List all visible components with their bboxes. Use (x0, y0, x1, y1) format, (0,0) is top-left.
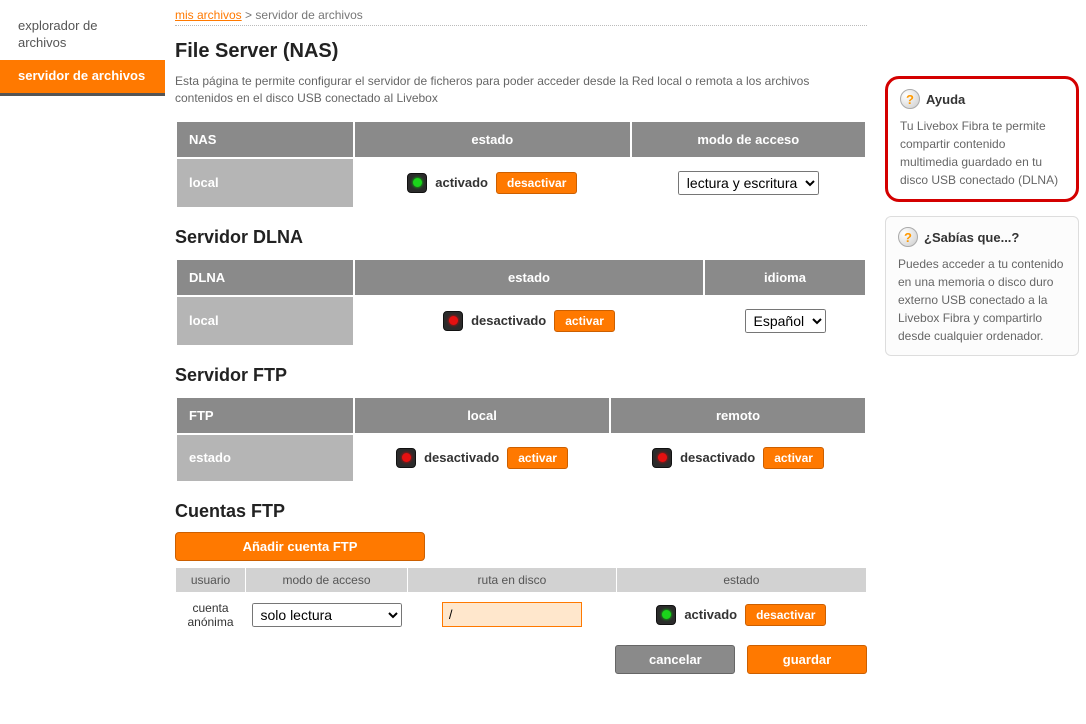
table-row: local activado desactivar lectura y escr… (177, 159, 865, 207)
cancel-button[interactable]: cancelar (615, 645, 735, 674)
ftp-local-activate-button[interactable]: activar (507, 447, 568, 469)
status-led-icon (443, 311, 463, 331)
ftp-remote-activate-button[interactable]: activar (763, 447, 824, 469)
help-title: Ayuda (926, 92, 965, 107)
sidebar-item-server[interactable]: servidor de archivos (0, 60, 165, 96)
dlna-row-label: local (177, 297, 353, 345)
help-icon: ? (898, 227, 918, 247)
acc-user: cuenta anónima (176, 592, 246, 637)
nas-header-0: NAS (177, 122, 353, 157)
breadcrumb-link[interactable]: mis archivos (175, 8, 242, 22)
table-row: local desactivado activar Español (177, 297, 865, 345)
nas-row-label: local (177, 159, 353, 207)
dlna-header-0: DLNA (177, 260, 353, 295)
sidebar: explorador de archivos servidor de archi… (0, 0, 165, 674)
tip-panel: ? ¿Sabías que...? Puedes acceder a tu co… (885, 216, 1079, 356)
dlna-status-label: desactivado (471, 313, 546, 328)
nas-desc: Esta página te permite configurar el ser… (175, 73, 867, 108)
acc-header-2: ruta en disco (408, 567, 617, 592)
help-panel: ? Ayuda Tu Livebox Fibra te permite comp… (885, 76, 1079, 202)
dlna-header-1: estado (355, 260, 703, 295)
form-actions: cancelar guardar (175, 645, 867, 674)
dlna-header-2: idioma (705, 260, 865, 295)
accounts-table: usuario modo de acceso ruta en disco est… (175, 567, 867, 637)
ftp-table: FTP local remoto estado desactivado acti… (175, 396, 867, 483)
ftp-header-0: FTP (177, 398, 353, 433)
ftp-remote-status: desactivado (680, 450, 755, 465)
help-text: Tu Livebox Fibra te permite compartir co… (900, 117, 1064, 189)
table-row: cuenta anónima solo lectura activado des… (176, 592, 867, 637)
breadcrumb-sep: > (245, 8, 252, 22)
acc-header-0: usuario (176, 567, 246, 592)
nas-title: File Server (NAS) (175, 40, 867, 63)
add-ftp-account-button[interactable]: Añadir cuenta FTP (175, 532, 425, 561)
breadcrumb: mis archivos > servidor de archivos (175, 8, 867, 26)
status-led-icon (652, 448, 672, 468)
breadcrumb-current: servidor de archivos (255, 8, 362, 22)
right-column: ? Ayuda Tu Livebox Fibra te permite comp… (885, 0, 1085, 674)
nas-header-2: modo de acceso (632, 122, 865, 157)
save-button[interactable]: guardar (747, 645, 867, 674)
sidebar-item-explorer[interactable]: explorador de archivos (0, 10, 165, 60)
help-icon: ? (900, 89, 920, 109)
nas-deactivate-button[interactable]: desactivar (496, 172, 577, 194)
acc-deactivate-button[interactable]: desactivar (745, 604, 826, 626)
table-row: estado desactivado activar desactivado a… (177, 435, 865, 481)
acc-header-3: estado (616, 567, 866, 592)
acc-header-1: modo de acceso (246, 567, 408, 592)
ftp-header-1: local (355, 398, 609, 433)
ftp-row-label: estado (177, 435, 353, 481)
tip-text: Puedes acceder a tu contenido en una mem… (898, 255, 1066, 345)
acc-path-input[interactable] (442, 602, 582, 627)
acc-mode-select[interactable]: solo lectura (252, 603, 402, 627)
status-led-icon (396, 448, 416, 468)
dlna-lang-select[interactable]: Español (745, 309, 826, 333)
dlna-activate-button[interactable]: activar (554, 310, 615, 332)
nas-mode-select[interactable]: lectura y escritura (678, 171, 819, 195)
nas-table: NAS estado modo de acceso local activado… (175, 120, 867, 209)
nas-status-label: activado (435, 175, 488, 190)
ftp-local-status: desactivado (424, 450, 499, 465)
acc-status-label: activado (684, 607, 737, 622)
accounts-title: Cuentas FTP (175, 501, 867, 522)
ftp-header-2: remoto (611, 398, 865, 433)
dlna-table: DLNA estado idioma local desactivado act… (175, 258, 867, 347)
dlna-title: Servidor DLNA (175, 227, 867, 248)
tip-title: ¿Sabías que...? (924, 230, 1019, 245)
status-led-icon (407, 173, 427, 193)
main-content: mis archivos > servidor de archivos File… (165, 0, 885, 674)
nas-header-1: estado (355, 122, 630, 157)
ftp-title: Servidor FTP (175, 365, 867, 386)
status-led-icon (656, 605, 676, 625)
